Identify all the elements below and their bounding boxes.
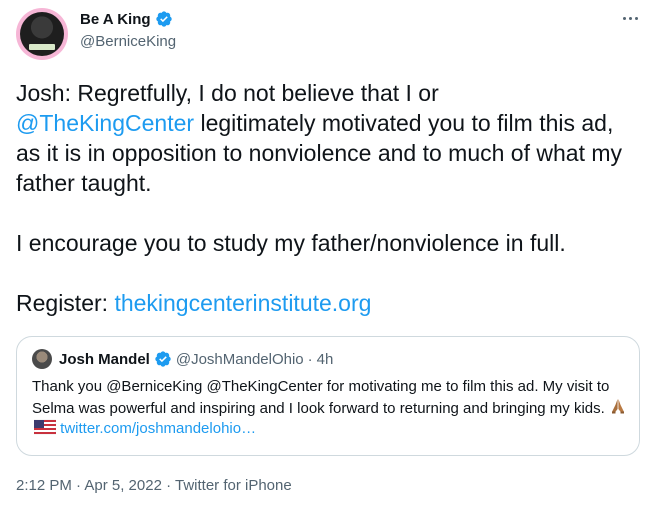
tweet-paragraph-1: Josh: Regretfully, I do not believe that… xyxy=(16,78,640,198)
tweet-paragraph-2: I encourage you to study my father/nonvi… xyxy=(16,230,566,256)
tweet-meta[interactable]: 2:12 PM · Apr 5, 2022 · Twitter for iPho… xyxy=(16,477,292,494)
register-label: Register: xyxy=(16,290,115,316)
tweet-header: Be A King @BerniceKing xyxy=(0,0,652,70)
author-name-row: Be A King xyxy=(80,10,173,28)
tweet-paragraph-3: Register: thekingcenterinstitute.org xyxy=(16,288,640,318)
folded-hands-icon xyxy=(611,399,624,414)
verified-badge-icon xyxy=(155,351,171,367)
tweet-text: Josh: Regretfully, I do not believe that… xyxy=(16,78,640,318)
quoted-text-main: Thank you @BerniceKing @TheKingCenter fo… xyxy=(32,378,610,417)
quoted-display-name: Josh Mandel xyxy=(59,350,150,368)
dot xyxy=(628,16,632,20)
dot xyxy=(622,16,626,20)
verified-badge-icon xyxy=(155,11,172,27)
quoted-time: 4h xyxy=(316,350,334,368)
us-flag-icon xyxy=(34,419,56,435)
tweet-line-1: Josh: Regretfully, I do not believe that… xyxy=(16,80,439,106)
more-options-icon[interactable] xyxy=(620,8,640,28)
author-avatar[interactable] xyxy=(16,8,68,60)
quoted-tweet[interactable]: Josh Mandel @JoshMandelOhio · 4h Thank y… xyxy=(16,336,640,456)
avatar-badge xyxy=(29,44,55,50)
dot xyxy=(634,16,638,20)
quoted-link[interactable]: twitter.com/joshmandelohio… xyxy=(56,420,256,437)
register-link[interactable]: thekingcenterinstitute.org xyxy=(114,290,371,316)
quoted-header: Josh Mandel @JoshMandelOhio · 4h xyxy=(59,350,333,368)
author-display-name[interactable]: Be A King xyxy=(80,11,151,28)
author-handle[interactable]: @BerniceKing xyxy=(80,33,176,50)
quoted-separator: · xyxy=(307,350,313,368)
quoted-text: Thank you @BerniceKing @TheKingCenter fo… xyxy=(32,377,627,439)
quoted-author-avatar xyxy=(32,349,52,369)
quoted-handle: @JoshMandelOhio xyxy=(175,350,304,368)
mention-link[interactable]: @TheKingCenter xyxy=(16,110,194,136)
